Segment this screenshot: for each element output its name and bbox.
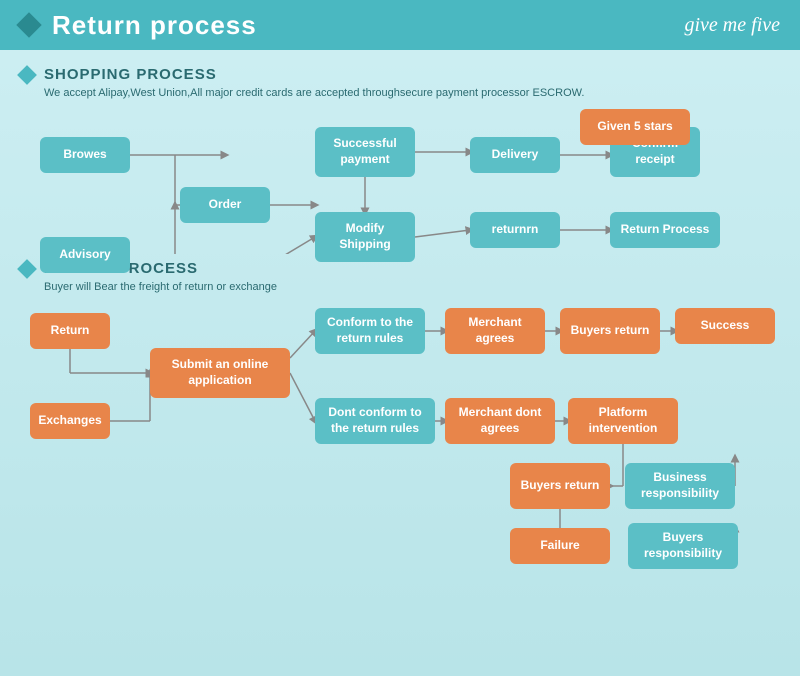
shopping-flow: Browes Order Advisory Modify Shipping Su… xyxy=(20,109,780,254)
shopping-section-header: SHOPPING PROCESS xyxy=(20,66,780,83)
dontconform-box: Dont conform to the return rules xyxy=(315,398,435,444)
returnm-box: returnrn xyxy=(470,212,560,248)
business-resp-box: Business responsibility xyxy=(625,463,735,509)
exchanges-box: Exchanges xyxy=(30,403,110,439)
browes-box: Browes xyxy=(40,137,130,173)
modify-box: Modify Shipping xyxy=(315,212,415,262)
conform-box: Conform to the return rules xyxy=(315,308,425,354)
return-diamond-icon xyxy=(17,259,37,279)
platform-box: Platform intervention xyxy=(568,398,678,444)
buyers-return1-box: Buyers return xyxy=(560,308,660,354)
buyers-return2-box: Buyers return xyxy=(510,463,610,509)
given5-box: Given 5 stars xyxy=(580,109,690,145)
return-flow: Return Exchanges Submit an online applic… xyxy=(20,303,780,588)
returnp-box: Return Process xyxy=(610,212,720,248)
return-desc: Buyer will Bear the freight of return or… xyxy=(20,281,780,293)
main-content: SHOPPING PROCESS We accept Alipay,West U… xyxy=(0,50,800,676)
buyers-resp-box: Buyers responsibility xyxy=(628,523,738,569)
order-box: Order xyxy=(180,187,270,223)
shopping-diamond-icon xyxy=(17,65,37,85)
shopping-section-title: SHOPPING PROCESS xyxy=(44,66,217,83)
header-title: Return process xyxy=(52,10,257,41)
shopping-desc: We accept Alipay,West Union,All major cr… xyxy=(20,87,780,99)
success-box: Success xyxy=(675,308,775,344)
header: Return process give me five xyxy=(0,0,800,50)
header-logo: give me five xyxy=(685,14,781,37)
payment-box: Successful payment xyxy=(315,127,415,177)
delivery-box: Delivery xyxy=(470,137,560,173)
failure-box: Failure xyxy=(510,528,610,564)
submit-box: Submit an online application xyxy=(150,348,290,398)
advisory-box: Advisory xyxy=(40,237,130,273)
merchant-agrees-box: Merchant agrees xyxy=(445,308,545,354)
merchant-dont-box: Merchant dont agrees xyxy=(445,398,555,444)
return-box: Return xyxy=(30,313,110,349)
header-diamond-icon xyxy=(16,12,41,37)
return-section-header: RETURN PROCESS xyxy=(20,260,780,277)
